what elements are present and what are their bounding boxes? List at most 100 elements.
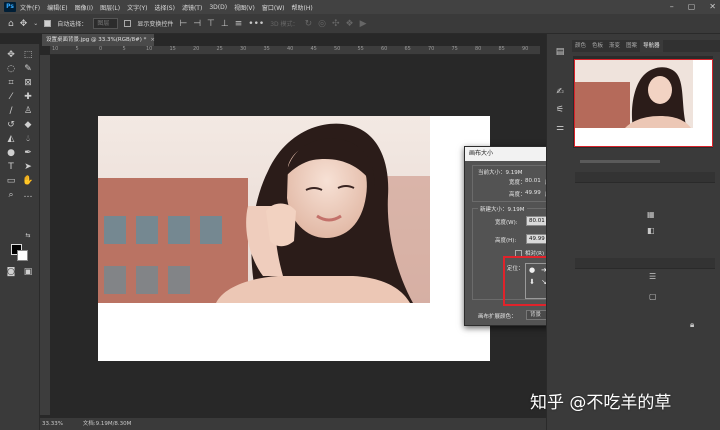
tab-swatches[interactable]: 色板 (589, 40, 606, 52)
menu-3d[interactable]: 3D(D) (209, 4, 227, 11)
more-options-icon[interactable]: ••• (248, 19, 264, 29)
history-brush-tool-icon[interactable]: ↺ (5, 119, 17, 131)
options-bar: ⌂ ✥ ⌄ 自动选择： 图层 显示变换控件 ⊢ ⊣ ⊤ ⊥ ≡ ••• 3D 模… (0, 14, 720, 34)
navigator-thumbnail[interactable] (574, 59, 713, 147)
tab-navigator[interactable]: 导航器 (640, 40, 663, 52)
healing-brush-tool-icon[interactable]: ✚ (22, 91, 34, 103)
ruler-tick-label: 20 (193, 46, 200, 52)
home-icon[interactable]: ⌂ (8, 19, 14, 29)
horizontal-ruler: 10 5 0 5 10 15 20 25 30 35 40 45 50 55 60 65 70 75 80 85 90 (50, 46, 540, 55)
lasso-tool-icon[interactable]: ◌ (5, 63, 17, 75)
frame-tool-icon[interactable]: ⊠ (22, 77, 34, 89)
menu-image[interactable]: 图像(I) (75, 3, 93, 12)
3d-rotate-icon[interactable]: ↻ (305, 19, 313, 29)
crop-tool-icon[interactable]: ⌗ (5, 77, 17, 89)
stamp-tool-icon[interactable]: ♙ (22, 105, 34, 117)
align-center-icon[interactable]: ⊣ (193, 19, 201, 29)
ruler-tick-label: 5 (75, 46, 79, 52)
lock-icon[interactable]: 🔒︎ (690, 320, 694, 330)
ruler-tick-label: 25 (216, 46, 223, 52)
tab-patterns[interactable]: 图案 (623, 40, 640, 52)
panel-row (575, 172, 715, 183)
adjustments-panel-icon[interactable]: ⚟ (554, 104, 566, 116)
3d-pan-icon[interactable]: ✣ (332, 19, 340, 29)
move-tool-icon[interactable]: ✥ (20, 19, 28, 29)
distribute-icon[interactable]: ≡ (235, 19, 243, 29)
layer-filter-icon[interactable]: ☰ (649, 272, 656, 281)
swap-colors-icon[interactable]: ⇆ (22, 230, 34, 242)
chevron-down-icon[interactable]: ⌄ (33, 20, 38, 27)
history-panel-icon[interactable]: ▤ (554, 46, 566, 58)
menu-edit[interactable]: 编辑(E) (47, 3, 67, 12)
window-controls: – ▢ ✕ (670, 2, 716, 11)
zoom-tool-icon[interactable]: ⌕ (5, 189, 17, 201)
ruler-tick-label: 0 (99, 46, 103, 52)
zoom-level[interactable]: 33.33% (42, 421, 63, 427)
background-color-swatch[interactable] (17, 250, 28, 261)
menu-file[interactable]: 文件(F) (20, 3, 40, 12)
quick-mask-icon[interactable]: ◙ (5, 266, 17, 278)
tools-panel: ✥ ⬚ ◌ ✎ ⌗ ⊠ ⁄ ✚ ∕ ♙ ↺ ◆ ◭ 💧︎ ● ✒ T ➤ ▭ ✋… (0, 44, 40, 430)
blur-tool-icon[interactable]: 💧︎ (22, 133, 34, 145)
layer-mask-icon[interactable]: ◧ (647, 226, 655, 235)
more-tools-icon[interactable]: … (22, 189, 34, 201)
pen-tool-icon[interactable]: ✒ (22, 147, 34, 159)
quick-select-tool-icon[interactable]: ✎ (22, 63, 34, 75)
portrait-photo-graphic (98, 116, 430, 303)
3d-scale-icon[interactable]: ▶ (360, 19, 367, 29)
properties-panel-icon[interactable]: ⚌ (554, 122, 566, 134)
tab-color[interactable]: 颜色 (572, 40, 589, 52)
document-tab[interactable]: 设置桌面背景.jpg @ 33.3%(RGB/8#) * × (42, 34, 155, 46)
ruler-tick-label: 10 (146, 46, 153, 52)
tab-gradients[interactable]: 渐变 (606, 40, 623, 52)
eyedropper-tool-icon[interactable]: ⁄ (5, 91, 17, 103)
status-bar: 33.33% 文档:9.19M/8.30M (40, 418, 546, 430)
close-tab-icon[interactable]: × (150, 37, 155, 43)
align-right-icon[interactable]: ⊤ (207, 19, 215, 29)
watermark-text: 知乎 @不吃羊的草 (530, 393, 672, 413)
layer-select-dropdown[interactable]: 图层 (93, 18, 119, 29)
ruler-tick-label: 80 (475, 46, 482, 52)
menu-filter[interactable]: 滤镜(T) (182, 3, 202, 12)
screen-mode-icon[interactable]: ▣ (22, 266, 34, 278)
close-window-icon[interactable]: ✕ (709, 2, 716, 11)
menu-layer[interactable]: 图层(L) (100, 3, 120, 12)
menu-window[interactable]: 窗口(W) (262, 3, 285, 12)
brush-panel-icon[interactable]: ✍ (554, 86, 566, 98)
path-select-tool-icon[interactable]: ➤ (22, 161, 34, 173)
ruler-tick-label: 30 (240, 46, 247, 52)
dodge-tool-icon[interactable]: ● (5, 147, 17, 159)
layer-grid-icon[interactable]: ▦ (647, 210, 655, 219)
layer-icon[interactable]: ▢ (649, 292, 657, 301)
show-transform-checkbox[interactable] (124, 20, 132, 27)
rectangle-tool-icon[interactable]: ▭ (5, 175, 17, 187)
3d-mode-label: 3D 模式： (270, 21, 299, 28)
maximize-icon[interactable]: ▢ (688, 2, 696, 11)
zoom-slider[interactable] (580, 160, 660, 163)
ruler-tick-label: 15 (169, 46, 176, 52)
brush-tool-icon[interactable]: ∕ (5, 105, 17, 117)
align-top-icon[interactable]: ⊥ (221, 19, 229, 29)
move-tool-icon[interactable]: ✥ (5, 49, 17, 61)
current-height-value: 49.99 (525, 190, 541, 196)
eraser-tool-icon[interactable]: ◆ (22, 119, 34, 131)
menu-type[interactable]: 文字(Y) (127, 3, 147, 12)
auto-select-label: 自动选择： (57, 21, 88, 28)
ruler-tick-label: 35 (263, 46, 270, 52)
hand-tool-icon[interactable]: ✋ (22, 175, 34, 187)
auto-select-checkbox[interactable] (44, 20, 52, 27)
vertical-ruler (40, 55, 50, 415)
ruler-tick-label: 65 (404, 46, 411, 52)
artboard-tool-icon[interactable]: ⬚ (22, 49, 34, 61)
menu-view[interactable]: 视图(V) (234, 3, 255, 12)
type-tool-icon[interactable]: T (5, 161, 17, 173)
photoshop-logo: Ps (4, 2, 16, 12)
align-left-icon[interactable]: ⊢ (179, 19, 187, 29)
3d-roll-icon[interactable]: ◎ (318, 19, 326, 29)
3d-slide-icon[interactable]: ❖ (346, 19, 354, 29)
menu-select[interactable]: 选择(S) (154, 3, 175, 12)
minimize-icon[interactable]: – (670, 2, 674, 11)
menu-help[interactable]: 帮助(H) (292, 3, 313, 12)
extension-color-label: 画布扩展颜色： (478, 314, 517, 320)
paint-bucket-tool-icon[interactable]: ◭ (5, 133, 17, 145)
